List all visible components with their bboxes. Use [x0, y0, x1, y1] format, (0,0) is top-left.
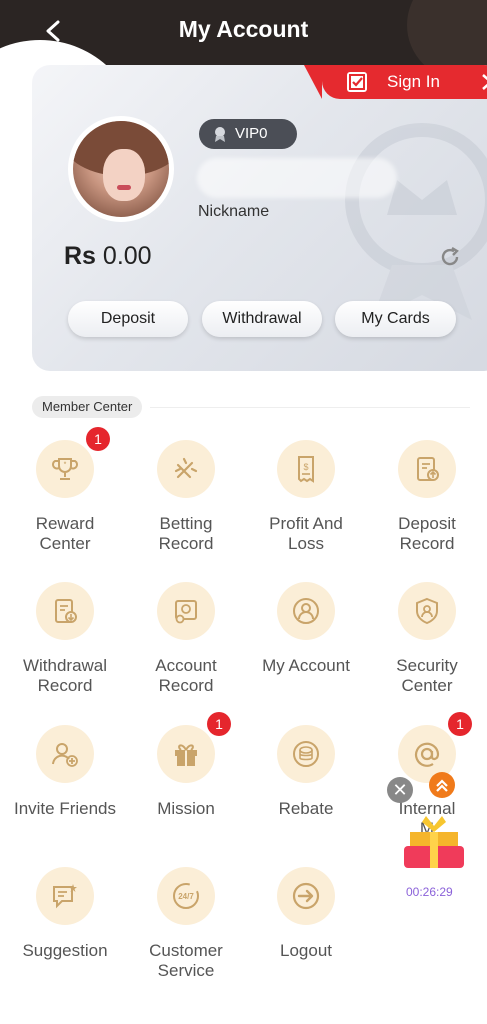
page-title: My Account	[178, 16, 309, 42]
account-record-icon	[157, 582, 215, 640]
menu-item-label-line: Deposit	[398, 514, 456, 533]
user-icon	[277, 582, 335, 640]
menu-item-label: Suggestion	[5, 941, 125, 961]
vip-level: VIP0	[235, 125, 268, 142]
menu-item-label-line: Invite Friends	[13, 799, 117, 818]
notification-badge: 1	[86, 427, 110, 451]
avatar[interactable]	[68, 116, 174, 222]
account-card: Sign In VIP0 Nickname Rs 0.00 Deposit Wi…	[32, 65, 487, 371]
floating-gift-widget: ✕ 00:26:29	[384, 770, 474, 905]
medal-icon	[215, 127, 225, 142]
close-icon[interactable]: ✕	[387, 777, 413, 803]
menu-item-label: Security Center	[367, 656, 487, 696]
menu-item-label-line: Suggestion	[22, 941, 108, 960]
deposit-button[interactable]: Deposit	[68, 301, 188, 337]
menu-item-label-line: Center	[401, 676, 453, 695]
menu-item-deposit-record[interactable]: Deposit Record	[367, 440, 487, 554]
menu-item-label: Profit And Loss	[246, 514, 366, 554]
menu-item-betting-record[interactable]: Betting Record	[126, 440, 246, 554]
betting-icon	[157, 440, 215, 498]
menu-item-label: My Account	[246, 656, 366, 676]
username-blurred	[197, 158, 397, 198]
menu-item-my-account[interactable]: My Account	[246, 582, 366, 676]
menu-item-label-line: Record	[37, 676, 93, 695]
menu-item-label-line: Record	[399, 534, 455, 553]
menu-item-label-line: Mission	[157, 799, 215, 818]
balance: Rs 0.00	[64, 242, 152, 271]
support-24-7-icon: 24/7	[157, 867, 215, 925]
menu-item-label-line: Withdrawal	[22, 656, 108, 675]
menu-item-customer-service[interactable]: 24/7 Customer Service	[126, 867, 246, 981]
menu-item-label: Account Record	[126, 656, 246, 696]
menu-item-label-line: Record	[158, 676, 214, 695]
menu-item-label-line: Service	[157, 961, 215, 980]
menu-item-label-line: Center	[39, 534, 91, 553]
menu-item-label-line: Record	[158, 534, 214, 553]
notification-badge: 1	[207, 712, 231, 736]
logout-icon	[277, 867, 335, 925]
divider	[150, 407, 470, 408]
notification-badge: 1	[448, 712, 472, 736]
menu-item-label: Rebate	[246, 799, 366, 819]
gift-box-icon[interactable]	[402, 812, 466, 874]
menu-item-logout[interactable]: Logout	[246, 867, 366, 961]
menu-item-account-record[interactable]: Account Record	[126, 582, 246, 696]
member-center-tag: Member Center	[32, 396, 143, 418]
countdown-timer: 00:26:29	[406, 885, 453, 899]
currency-symbol: Rs	[64, 242, 96, 270]
menu-item-label: Betting Record	[126, 514, 246, 554]
menu-item-label: Withdrawal Record	[5, 656, 125, 696]
menu-item-label-line: Security	[396, 656, 458, 675]
vip-badge: VIP0	[199, 119, 297, 149]
menu-item-security-center[interactable]: Security Center	[367, 582, 487, 696]
gift-icon: 1	[157, 712, 231, 783]
crown-watermark-icon	[345, 123, 487, 320]
menu-item-reward-center[interactable]: 1 Reward Center	[5, 427, 125, 554]
menu-item-label-line: Betting	[159, 514, 213, 533]
menu-item-label-line: Customer	[149, 941, 223, 960]
menu-item-label-line: Loss	[288, 534, 324, 553]
menu-item-label-line: Rebate	[278, 799, 334, 818]
menu-item-profit-and-loss[interactable]: $ Profit And Loss	[246, 440, 366, 554]
my-cards-button[interactable]: My Cards	[335, 301, 456, 337]
coin-stack-icon	[277, 725, 335, 783]
receipt-icon: $	[277, 440, 335, 498]
withdrawal-record-icon	[36, 582, 94, 640]
shield-icon	[398, 582, 456, 640]
checkbox-icon	[347, 72, 367, 92]
menu-item-label-line: Logout	[280, 941, 332, 960]
refresh-icon[interactable]	[438, 245, 462, 269]
svg-text:24/7: 24/7	[178, 892, 194, 901]
menu-item-label: Invite Friends	[5, 799, 125, 819]
menu-item-suggestion[interactable]: Suggestion	[5, 867, 125, 961]
menu-item-invite-friends[interactable]: Invite Friends	[5, 725, 125, 819]
deposit-record-icon	[398, 440, 456, 498]
menu-item-label-line: Reward	[35, 514, 95, 533]
menu-item-label-line: Profit And	[269, 514, 343, 533]
menu-item-label-line: Account	[155, 656, 217, 675]
sign-in-button[interactable]: Sign In	[304, 65, 487, 99]
chevron-right-icon	[482, 74, 487, 90]
sign-in-label: Sign In	[387, 72, 440, 91]
chevrons-up-icon[interactable]	[429, 772, 455, 798]
suggestion-icon	[36, 867, 94, 925]
menu-item-withdrawal-record[interactable]: Withdrawal Record	[5, 582, 125, 696]
menu-item-label-line: My Account	[262, 656, 350, 675]
menu-item-label: Mission	[126, 799, 246, 819]
menu-item-label: Logout	[246, 941, 366, 961]
menu-item-label: Deposit Record	[367, 514, 487, 554]
menu-item-label: Reward Center	[5, 514, 125, 554]
menu-item-label: Customer Service	[126, 941, 246, 981]
menu-item-mission[interactable]: 1 Mission	[126, 712, 246, 819]
balance-amount: 0.00	[102, 242, 152, 270]
header: My Account	[0, 0, 487, 62]
invite-icon	[36, 725, 94, 783]
svg-text:$: $	[303, 462, 308, 472]
menu-item-rebate[interactable]: Rebate	[246, 725, 366, 819]
nickname-label: Nickname	[198, 203, 270, 220]
withdrawal-button[interactable]: Withdrawal	[202, 301, 322, 337]
trophy-icon: 1	[36, 427, 110, 498]
